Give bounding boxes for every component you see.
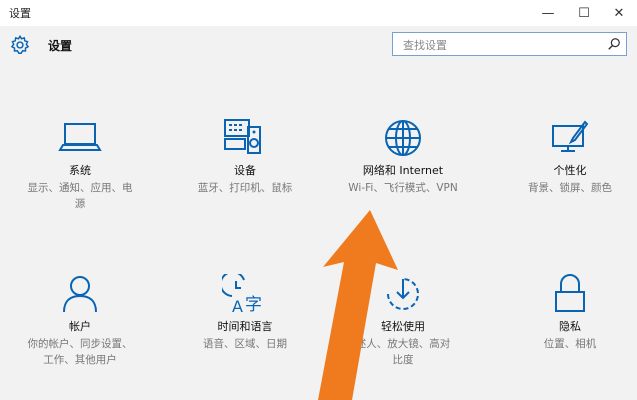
search-icon[interactable] [607, 37, 621, 51]
search-box[interactable] [392, 32, 627, 56]
tile-time-language[interactable]: A 字 时间和语言 语音、区域、日期 [175, 274, 315, 352]
tile-privacy-desc: 位置、相机 [543, 338, 597, 350]
tile-devices[interactable]: 设备 蓝牙、打印机、鼠标 [175, 118, 315, 196]
close-button[interactable]: ✕ [601, 0, 637, 26]
tile-time-language-desc: 语音、区域、日期 [203, 338, 287, 350]
personalization-icon [552, 120, 589, 152]
title-bar: 设置 — ☐ ✕ [0, 0, 637, 26]
tile-privacy-name: 隐私 [559, 320, 581, 333]
tile-devices-desc: 蓝牙、打印机、鼠标 [197, 182, 293, 194]
svg-text:字: 字 [245, 295, 262, 314]
window-title: 设置 [9, 7, 31, 20]
minimize-button[interactable]: — [530, 0, 566, 26]
tile-personalization-desc: 背景、锁屏、颜色 [528, 182, 612, 194]
tile-ease-of-access-desc: 述人、放大镜、高对 比度 [355, 338, 451, 366]
globe-icon [385, 120, 421, 156]
ease-of-access-icon [387, 278, 419, 310]
time-language-icon: A 字 [222, 274, 262, 314]
maximize-button[interactable]: ☐ [566, 0, 602, 26]
gear-icon [10, 34, 30, 54]
person-icon [63, 276, 97, 313]
tile-time-language-name: 时间和语言 [217, 320, 273, 333]
svg-text:A: A [232, 297, 243, 314]
tile-system-desc: 显示、通知、应用、电源 [27, 182, 133, 210]
devices-icon [224, 119, 261, 154]
tile-personalization[interactable]: 个性化 背景、锁屏、颜色 [500, 118, 637, 196]
tile-accounts[interactable]: 帐户 你的帐户、同步设置、 工作、其他用户 [10, 274, 150, 368]
laptop-icon [58, 123, 102, 151]
tile-personalization-name: 个性化 [553, 164, 587, 177]
tile-privacy[interactable]: 隐私 位置、相机 [500, 274, 637, 352]
tile-ease-of-access-name: 轻松使用 [381, 320, 425, 333]
settings-window: 设置 — ☐ ✕ 设置 系统 显示、通知、应用、电源 [0, 0, 637, 400]
tile-devices-name: 设备 [234, 164, 256, 177]
page-title: 设置 [48, 39, 73, 53]
lock-icon [555, 274, 585, 312]
tile-network-desc: Wi-Fi、飞行模式、VPN [348, 182, 458, 194]
tile-accounts-desc: 你的帐户、同步设置、 工作、其他用户 [27, 338, 133, 366]
tile-network[interactable]: 网络和 Internet Wi-Fi、飞行模式、VPN [328, 118, 478, 196]
tile-accounts-name: 帐户 [69, 320, 91, 333]
search-input[interactable] [401, 36, 605, 54]
tile-system[interactable]: 系统 显示、通知、应用、电源 [10, 118, 150, 212]
tile-network-name: 网络和 Internet [362, 164, 444, 177]
tile-ease-of-access[interactable]: 轻松使用 述人、放大镜、高对 比度 [328, 274, 478, 368]
tile-system-name: 系统 [69, 164, 91, 177]
